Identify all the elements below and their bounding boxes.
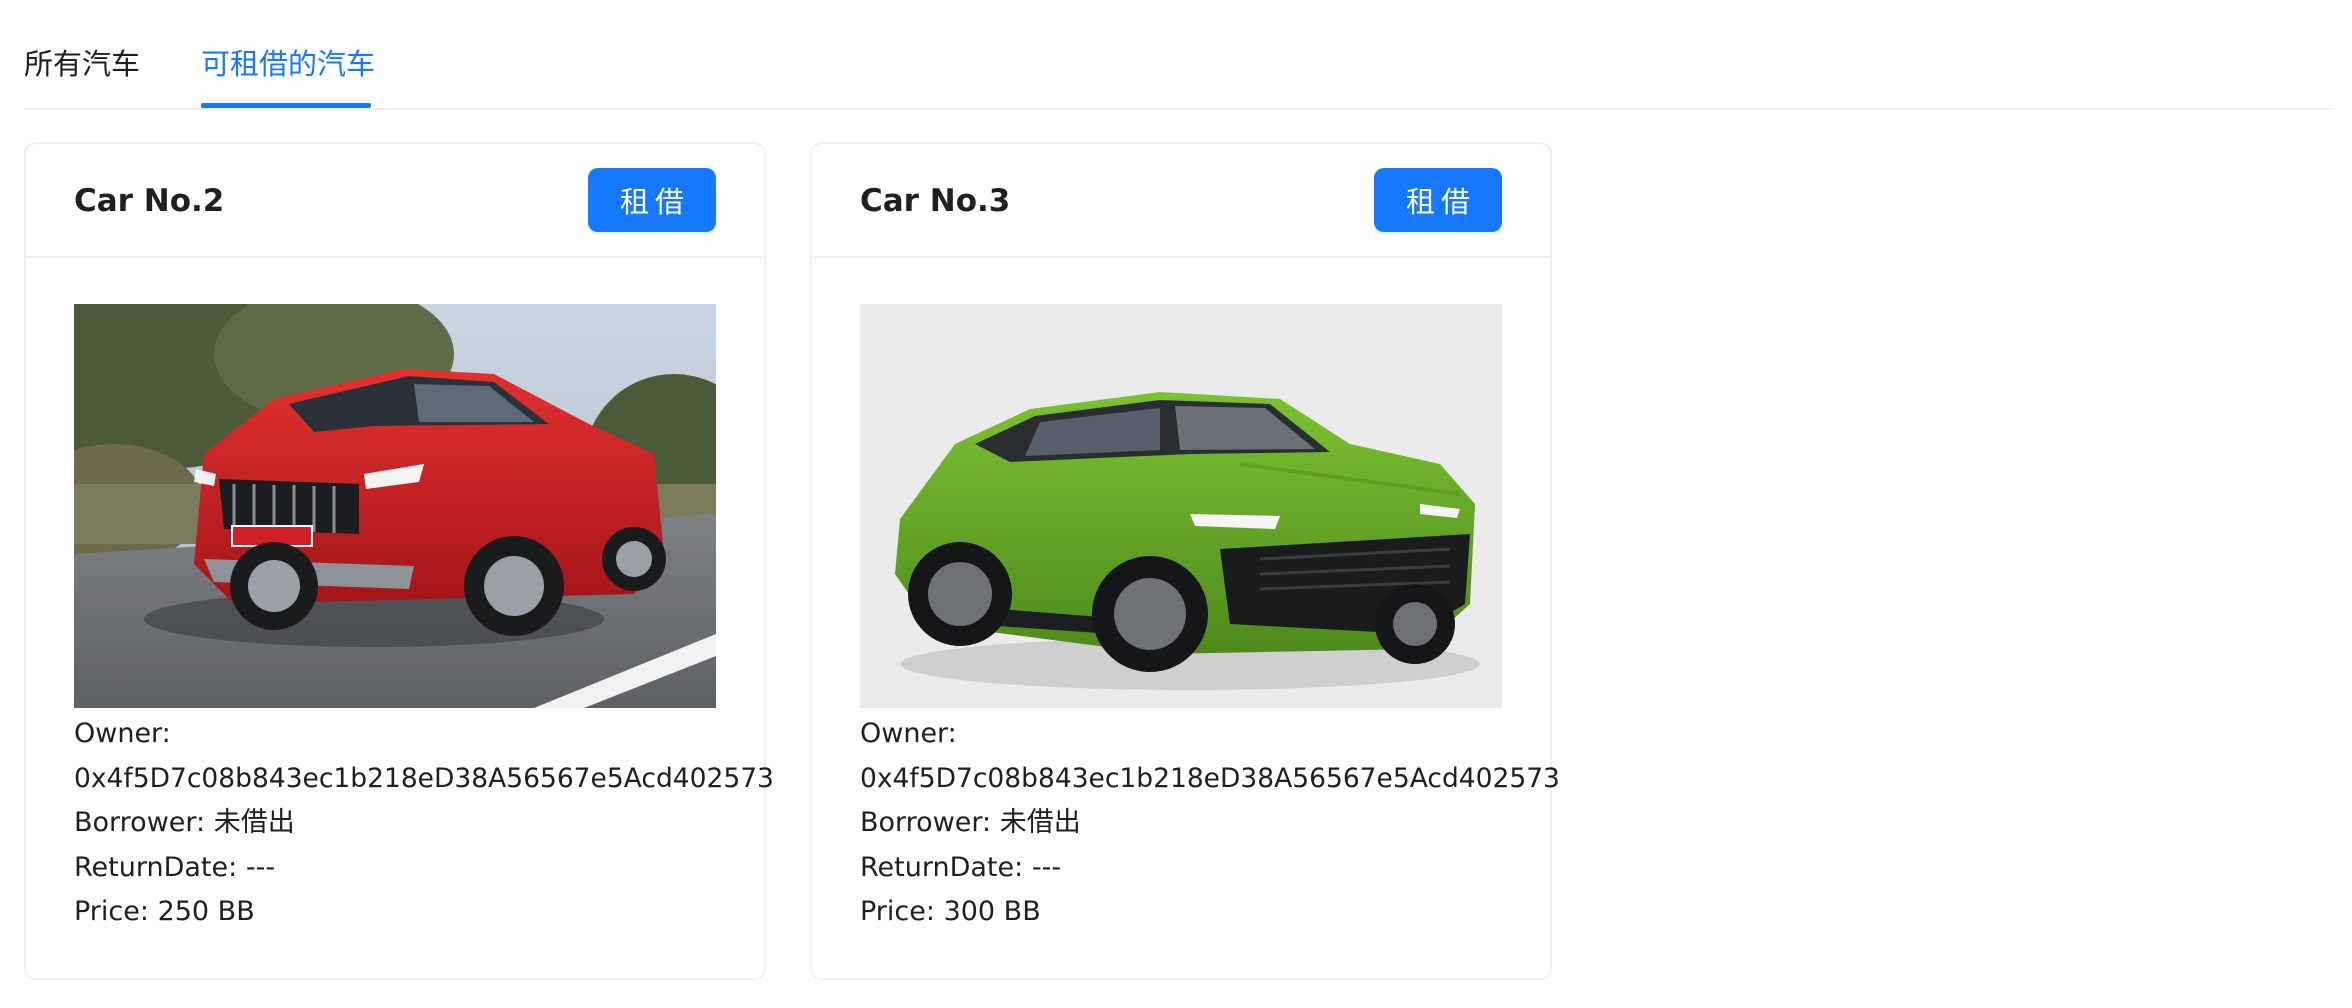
borrower-line: Borrower: 未借出 — [74, 801, 734, 846]
car-title: Car No.3 — [860, 183, 1011, 219]
price-value: 300 BB — [943, 896, 1041, 927]
price-label: Price: — [74, 896, 149, 927]
car-image — [74, 304, 716, 708]
car-card: Car No.2 租借 Owner: 0x4f5D7c08b843ec1b218… — [24, 142, 774, 980]
price-line: Price: 300 BB — [860, 890, 1520, 935]
car-card: Car No.3 租借 Owner: 0x4f5D7c08b843ec1b218… — [810, 142, 1560, 980]
tab-bar: 所有汽车 可租借的汽车 — [24, 0, 2334, 110]
tab-available-cars[interactable]: 可租借的汽车 — [201, 44, 375, 84]
card-header: Car No.3 租借 — [812, 144, 1550, 258]
owner-label: Owner: — [74, 718, 171, 749]
return-date-line: ReturnDate: --- — [74, 846, 734, 891]
owner-address: 0x4f5D7c08b843ec1b218eD38A56567e5Acd4025… — [74, 762, 774, 794]
borrower-label: Borrower: — [860, 807, 992, 838]
return-date-value: --- — [1031, 851, 1062, 883]
owner-address: 0x4f5D7c08b843ec1b218eD38A56567e5Acd4025… — [860, 762, 1560, 794]
borrower-value: 未借出 — [999, 807, 1081, 838]
return-date-label: ReturnDate: — [860, 851, 1024, 883]
price-label: Price: — [860, 896, 935, 927]
card-header: Car No.2 租借 — [26, 144, 764, 258]
return-date-line: ReturnDate: --- — [860, 846, 1520, 891]
return-date-label: ReturnDate: — [74, 851, 238, 883]
rent-button[interactable]: 租借 — [1374, 168, 1502, 232]
borrower-label: Borrower: — [74, 807, 206, 838]
car-title: Car No.2 — [74, 183, 225, 219]
price-value: 250 BB — [157, 896, 255, 927]
owner-label: Owner: — [860, 718, 957, 749]
car-info: Owner: 0x4f5D7c08b843ec1b218eD38A56567e5… — [860, 712, 1560, 935]
borrower-value: 未借出 — [213, 807, 295, 838]
car-image — [860, 304, 1502, 708]
return-date-value: --- — [245, 851, 276, 883]
price-line: Price: 250 BB — [74, 890, 734, 935]
car-info: Owner: 0x4f5D7c08b843ec1b218eD38A56567e5… — [74, 712, 774, 935]
tab-active-indicator — [201, 103, 371, 108]
rent-button[interactable]: 租借 — [588, 168, 716, 232]
tab-all-cars[interactable]: 所有汽车 — [24, 44, 140, 84]
borrower-line: Borrower: 未借出 — [860, 801, 1520, 846]
